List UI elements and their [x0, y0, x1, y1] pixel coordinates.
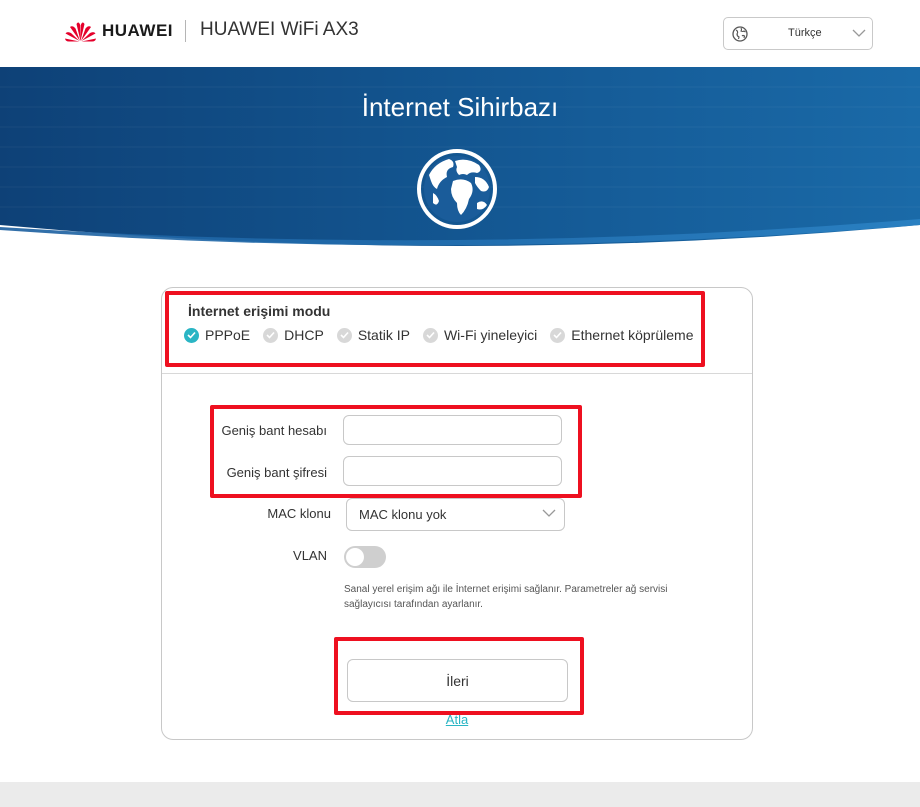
language-selector[interactable]: Türkçe: [723, 17, 873, 50]
toggle-knob: [346, 548, 364, 566]
earth-globe-icon: [417, 149, 497, 229]
vlan-label: VLAN: [293, 548, 327, 563]
vlan-toggle[interactable]: [344, 546, 386, 568]
account-label: Geniş bant hesabı: [221, 423, 327, 438]
header-divider: [185, 20, 186, 42]
wizard-banner: İnternet Sihirbazı: [0, 67, 920, 247]
mode-option-pppoe[interactable]: PPPoE: [184, 327, 250, 343]
product-name: HUAWEI WiFi AX3: [200, 19, 359, 40]
mode-label: Wi-Fi yineleyici: [443, 327, 538, 343]
huawei-logo: HUAWEI: [64, 20, 173, 42]
mode-option-wifi-repeater[interactable]: Wi-Fi yineleyici: [422, 327, 538, 343]
mac-clone-value: MAC klonu yok: [359, 507, 447, 522]
skip-link: Atla: [162, 712, 752, 727]
mode-label: Statik IP: [357, 327, 410, 343]
password-label: Geniş bant şifresi: [226, 465, 327, 480]
broadband-password-input[interactable]: [343, 456, 562, 486]
check-icon: [263, 327, 279, 343]
next-button[interactable]: İleri: [347, 659, 568, 702]
mac-clone-label: MAC klonu: [267, 506, 331, 521]
broadband-account-input[interactable]: [343, 415, 562, 445]
access-mode-options: PPPoE DHCP Statik IP Wi-Fi yineleyici Et…: [184, 327, 706, 343]
huawei-flower-icon: [65, 22, 96, 42]
mode-label: PPPoE: [205, 327, 251, 343]
brand-name: HUAWEI: [102, 21, 173, 40]
mode-option-ethernet-bridge[interactable]: Ethernet köprüleme: [550, 327, 693, 343]
check-icon: [184, 327, 199, 343]
language-label: Türkçe: [788, 27, 822, 39]
mac-clone-select[interactable]: MAC klonu yok: [346, 498, 565, 531]
chevron-down-icon: [542, 509, 556, 517]
top-header: HUAWEI HUAWEI WiFi AX3 Türkçe: [0, 0, 920, 67]
mode-label: Ethernet köprüleme: [571, 327, 694, 343]
wizard-card: İnternet erişimi modu PPPoE DHCP Statik …: [161, 287, 753, 740]
page-footer: [0, 782, 920, 807]
wizard-title: İnternet Sihirbazı: [361, 92, 559, 122]
skip-link-text[interactable]: Atla: [446, 712, 468, 727]
mode-option-static-ip[interactable]: Statik IP: [336, 327, 410, 343]
check-icon: [550, 327, 566, 343]
chevron-down-icon: [852, 29, 866, 37]
access-mode-title: İnternet erişimi modu: [188, 303, 331, 319]
vlan-hint: Sanal yerel erişim ağı ile İnternet eriş…: [344, 584, 668, 610]
mode-option-dhcp[interactable]: DHCP: [263, 327, 324, 343]
check-icon: [422, 327, 438, 343]
check-icon: [336, 327, 352, 343]
globe-icon: [732, 26, 748, 42]
mode-label: DHCP: [284, 327, 324, 343]
section-divider: [162, 373, 752, 374]
